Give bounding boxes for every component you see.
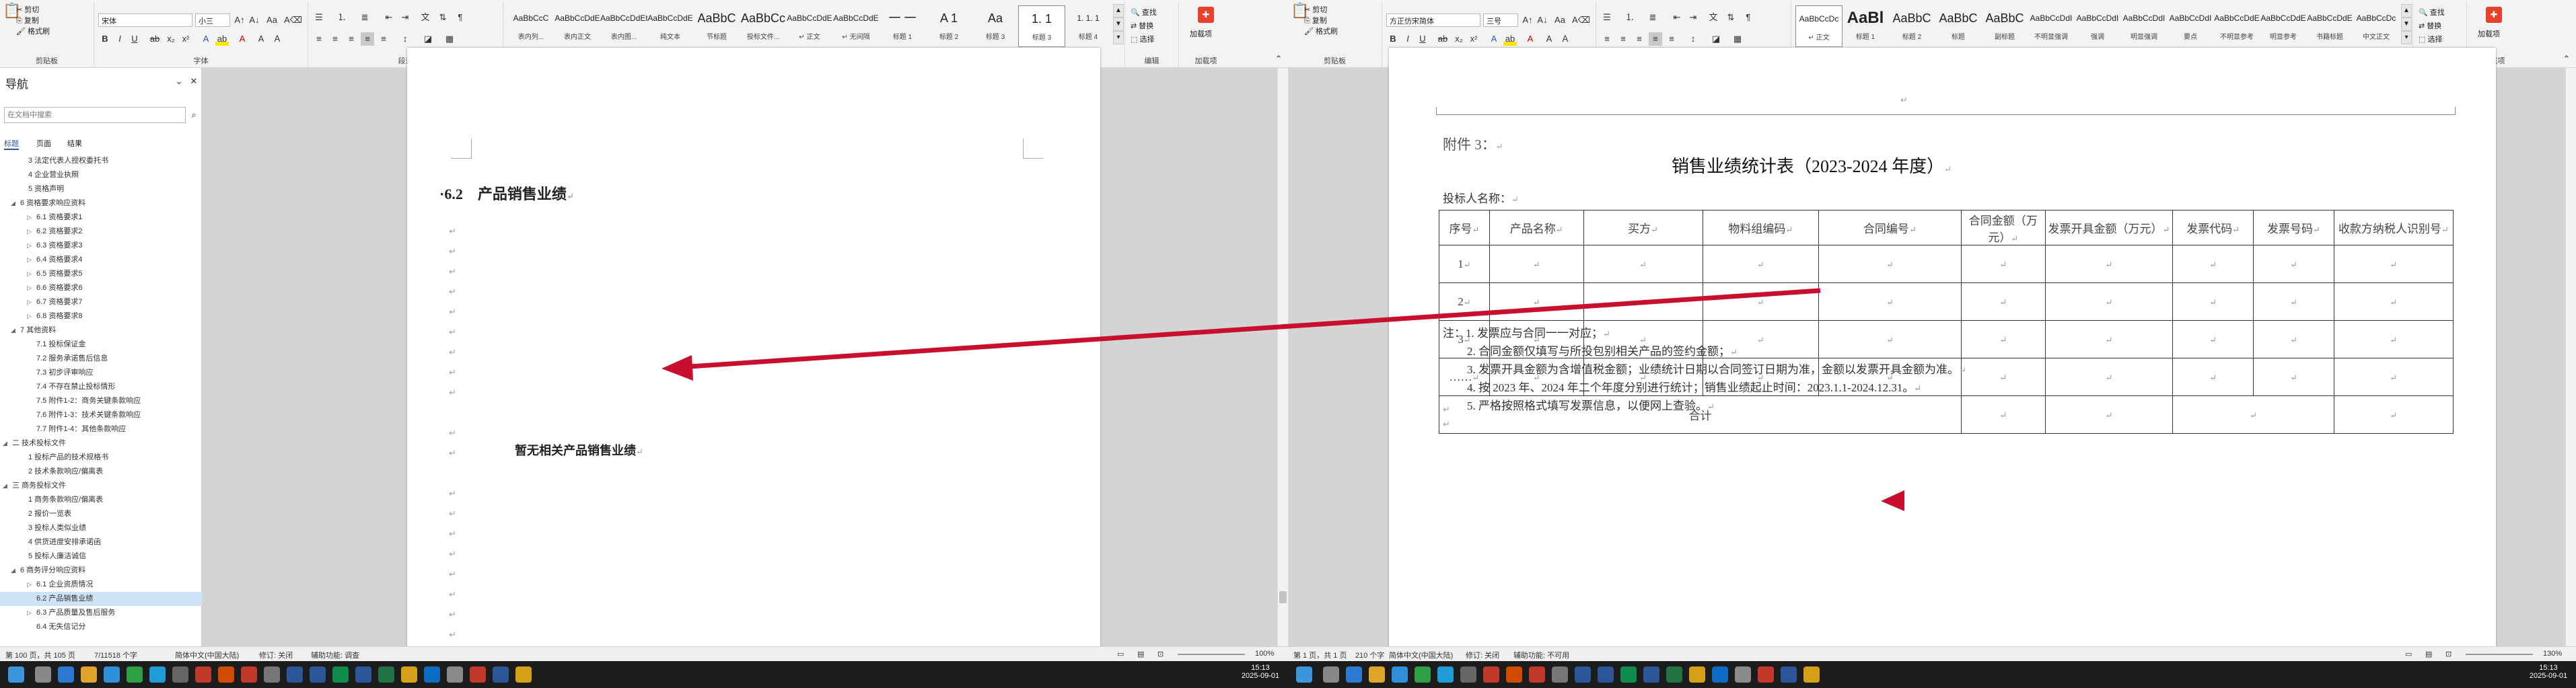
annotation-small-arrow — [1881, 490, 1904, 511]
annotation-arrow-line — [679, 288, 1821, 370]
annotation-layer — [661, 288, 1904, 511]
annotation-arrow-head — [661, 355, 693, 381]
